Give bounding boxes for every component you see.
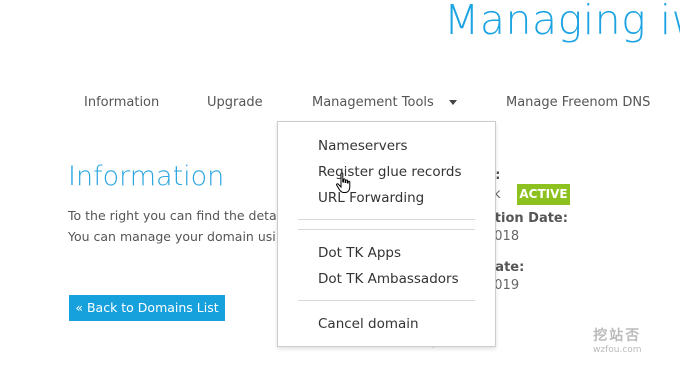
menu-item-nameservers[interactable]: Nameservers (318, 138, 408, 154)
watermark-logo: 挖站否 (593, 328, 642, 344)
caret-down-icon[interactable] (449, 100, 457, 105)
description-line-1: To the right you can find the deta (68, 208, 277, 223)
menu-divider (298, 300, 475, 301)
domain-nav: Information Upgrade Management Tools Man… (0, 94, 680, 114)
nav-information[interactable]: Information (84, 95, 159, 110)
page-title: Managing iw (444, 0, 680, 44)
menu-divider (298, 219, 475, 220)
registration-date-label: ation Date: (486, 211, 568, 226)
watermark: 挖站否 wzfou.com (593, 325, 642, 355)
back-to-domains-button[interactable]: « Back to Domains List (69, 295, 225, 321)
menu-item-cancel-domain[interactable]: Cancel domain (318, 316, 419, 332)
menu-divider (298, 229, 475, 230)
menu-item-url-forwarding[interactable]: URL Forwarding (318, 190, 424, 206)
watermark-url: wzfou.com (593, 345, 642, 355)
hand-pointer-icon (336, 172, 351, 193)
menu-item-dot-tk-ambassadors[interactable]: Dot TK Ambassadors (318, 271, 459, 287)
nav-upgrade[interactable]: Upgrade (207, 95, 263, 110)
management-tools-dropdown: Nameservers Register glue records URL Fo… (277, 121, 496, 347)
status-badge: ACTIVE (517, 184, 570, 205)
section-title: Information (68, 161, 225, 192)
menu-item-dot-tk-apps[interactable]: Dot TK Apps (318, 245, 401, 261)
nav-manage-freenom-dns[interactable]: Manage Freenom DNS (506, 95, 650, 110)
description-line-2: You can manage your domain usi (68, 229, 276, 244)
nav-management-tools[interactable]: Management Tools (312, 95, 434, 110)
